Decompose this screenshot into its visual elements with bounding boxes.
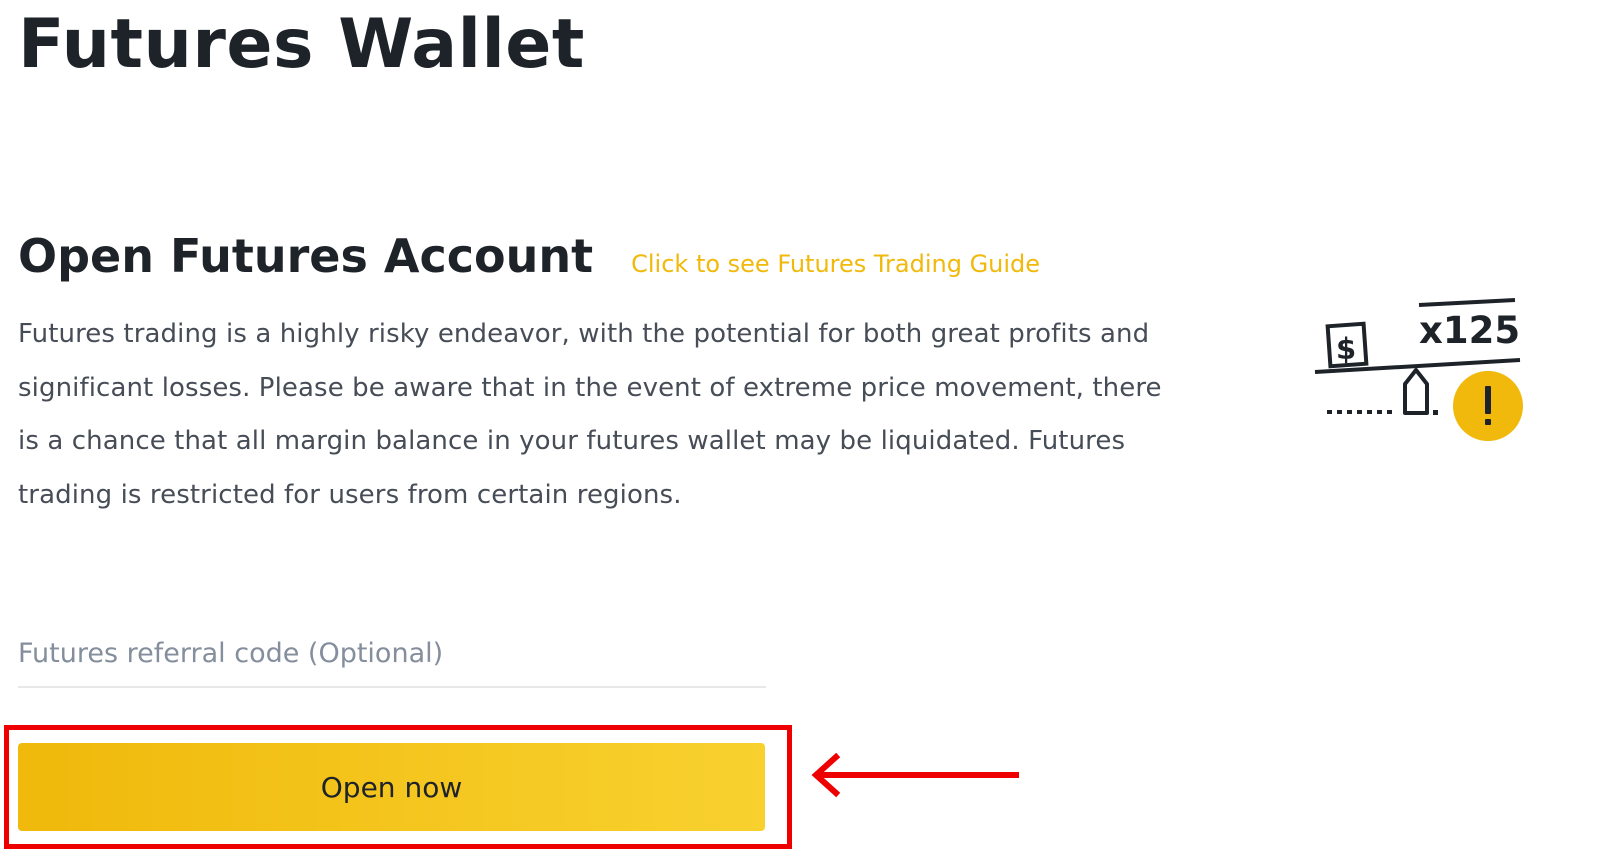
section-header: Open Futures Account Click to see Future… (18, 225, 1040, 287)
leverage-risk-illustration: x125 $ (1314, 298, 1523, 441)
futures-wallet-page: Futures Wallet Open Futures Account Clic… (0, 0, 1600, 868)
warning-exclamation-dot (1485, 419, 1491, 425)
open-now-button[interactable]: Open now (18, 743, 765, 831)
leverage-label: x125 (1419, 309, 1520, 352)
ground-dot (1433, 410, 1438, 415)
dollar-symbol: $ (1336, 332, 1356, 366)
left-arrow-icon (811, 752, 1019, 798)
section-title: Open Futures Account (18, 229, 594, 283)
risk-description: Futures trading is a highly risky endeav… (18, 319, 1162, 510)
referral-code-input[interactable] (18, 620, 766, 688)
seesaw-fulcrum-icon (1403, 368, 1429, 415)
warning-exclamation-bar (1485, 386, 1491, 414)
page-title: Futures Wallet (18, 5, 585, 84)
futures-guide-link[interactable]: Click to see Futures Trading Guide (631, 250, 1040, 278)
leverage-overline (1418, 298, 1516, 307)
